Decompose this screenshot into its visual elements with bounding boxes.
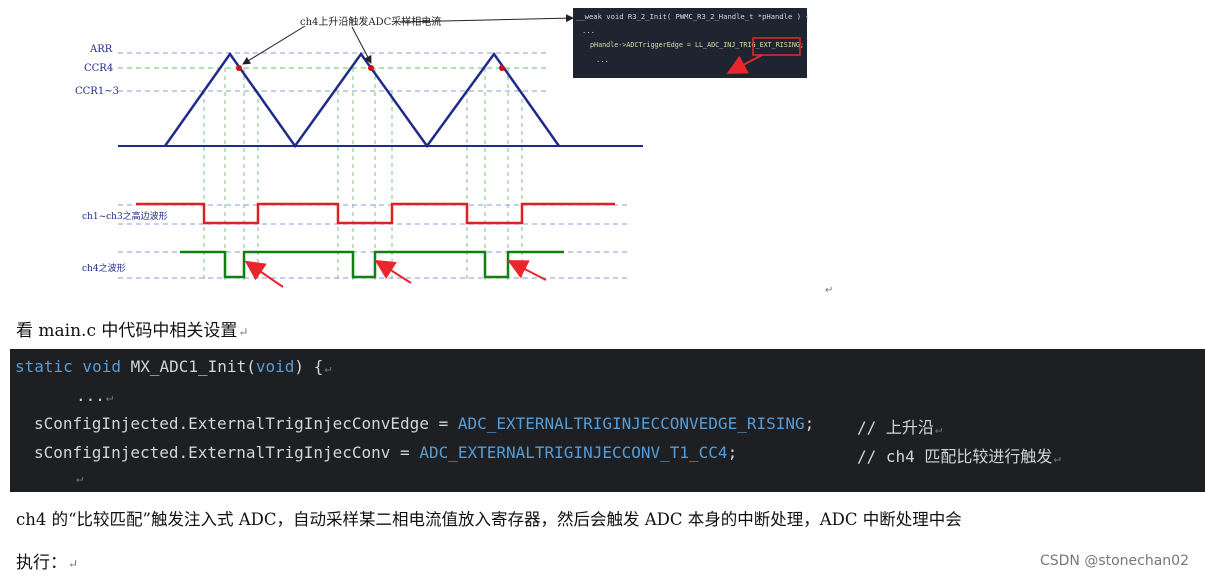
ccr13-label: CCR1~3 — [75, 86, 119, 97]
code-line-2: ...↵ — [76, 386, 113, 405]
code-line-3: sConfigInjected.ExternalTrigInjecConvEdg… — [34, 414, 814, 433]
code-keyword: static void — [15, 357, 121, 376]
intro-text-content: 看 main.c 中代码中相关设置 — [16, 321, 238, 341]
inset-line-3: pHandle->ADCTriggerEdge = LL_ADC_INJ_TRI… — [590, 40, 804, 49]
inset-line-2: ... — [582, 26, 595, 35]
code-line-5: ↵ — [76, 471, 84, 485]
ch4-wave — [180, 250, 564, 279]
code-line-1: static void MX_ADC1_Init(void) {↵ — [15, 357, 332, 376]
return-mark: ↵ — [324, 361, 332, 375]
vertical-guides — [203, 68, 523, 280]
ccr4-match-dot-2 — [368, 65, 374, 71]
body-text-2: 执行： — [16, 553, 67, 573]
code-comment: // ch4 匹配比较进行触发 — [857, 447, 1053, 466]
return-mark: ↵ — [1053, 451, 1061, 465]
inset-line-1: __weak void R3_2_Init( PWMC_R3_2_Handle_… — [576, 12, 810, 21]
code-constant: ADC_EXTERNALTRIGINJECCONV_T1_CC4 — [419, 443, 728, 462]
return-mark: ↵ — [238, 325, 249, 339]
ccr4-match-dot-3 — [499, 65, 505, 71]
trigger-annotation: ch4上升沿触发ADC采样相电流 — [300, 15, 441, 28]
code-comment-4: // ch4 匹配比较进行触发↵ — [857, 443, 1061, 467]
inset-line-4: ... — [596, 55, 609, 64]
code-function: MX_ADC1_Init( — [120, 357, 256, 376]
code-line-4: sConfigInjected.ExternalTrigInjecConv = … — [34, 443, 737, 462]
code-constant: ADC_EXTERNALTRIGINJECCONVEDGE_RISING — [457, 414, 805, 433]
code-text: ; — [727, 443, 738, 462]
code-text: ) { — [294, 357, 324, 376]
code-text: sConfigInjected.ExternalTrigInjecConvEdg… — [34, 414, 458, 433]
ch4-wave-label: ch4之波形 — [82, 262, 126, 274]
code-comment-3: // 上升沿↵ — [857, 414, 942, 438]
return-mark: ↵ — [68, 557, 79, 571]
ch13-wave-label: ch1~ch3之高边波形 — [82, 210, 168, 222]
rising-edge-arrows — [244, 259, 547, 288]
arr-label: ARR — [89, 44, 113, 55]
watermark: CSDN @stonechan02 — [1039, 553, 1189, 569]
body-text-1: ch4 的“比较匹配”触发注入式 ADC，自动采样某二相电流值放入寄存器，然后会… — [16, 510, 962, 529]
ccr4-label: CCR4 — [84, 63, 113, 74]
code-comment: // 上升沿 — [857, 418, 934, 437]
code-text: ... — [76, 386, 105, 405]
ccr4-match-dot-1 — [236, 65, 242, 71]
code-block: static void MX_ADC1_Init(void) {↵ ...↵ s… — [10, 349, 1205, 492]
body-paragraph-line-1: ch4 的“比较匹配”触发注入式 ADC，自动采样某二相电流值放入寄存器，然后会… — [16, 506, 962, 530]
intro-text: 看 main.c 中代码中相关设置↵ — [16, 316, 248, 341]
code-text: sConfigInjected.ExternalTrigInjecConv = — [34, 443, 420, 462]
inset-code-snippet: __weak void R3_2_Init( PWMC_R3_2_Handle_… — [573, 8, 810, 78]
code-keyword: void — [255, 357, 295, 376]
return-mark: ↵ — [934, 422, 943, 436]
timing-diagram: ch4上升沿触发ADC采样相电流 ARR CCR4 CCR1~3 ch1~ch3… — [75, 8, 833, 296]
return-mark: ↵ — [825, 285, 833, 296]
code-text: ; — [804, 414, 815, 433]
body-paragraph-line-2: 执行：↵ — [16, 548, 78, 573]
return-mark: ↵ — [105, 390, 114, 404]
